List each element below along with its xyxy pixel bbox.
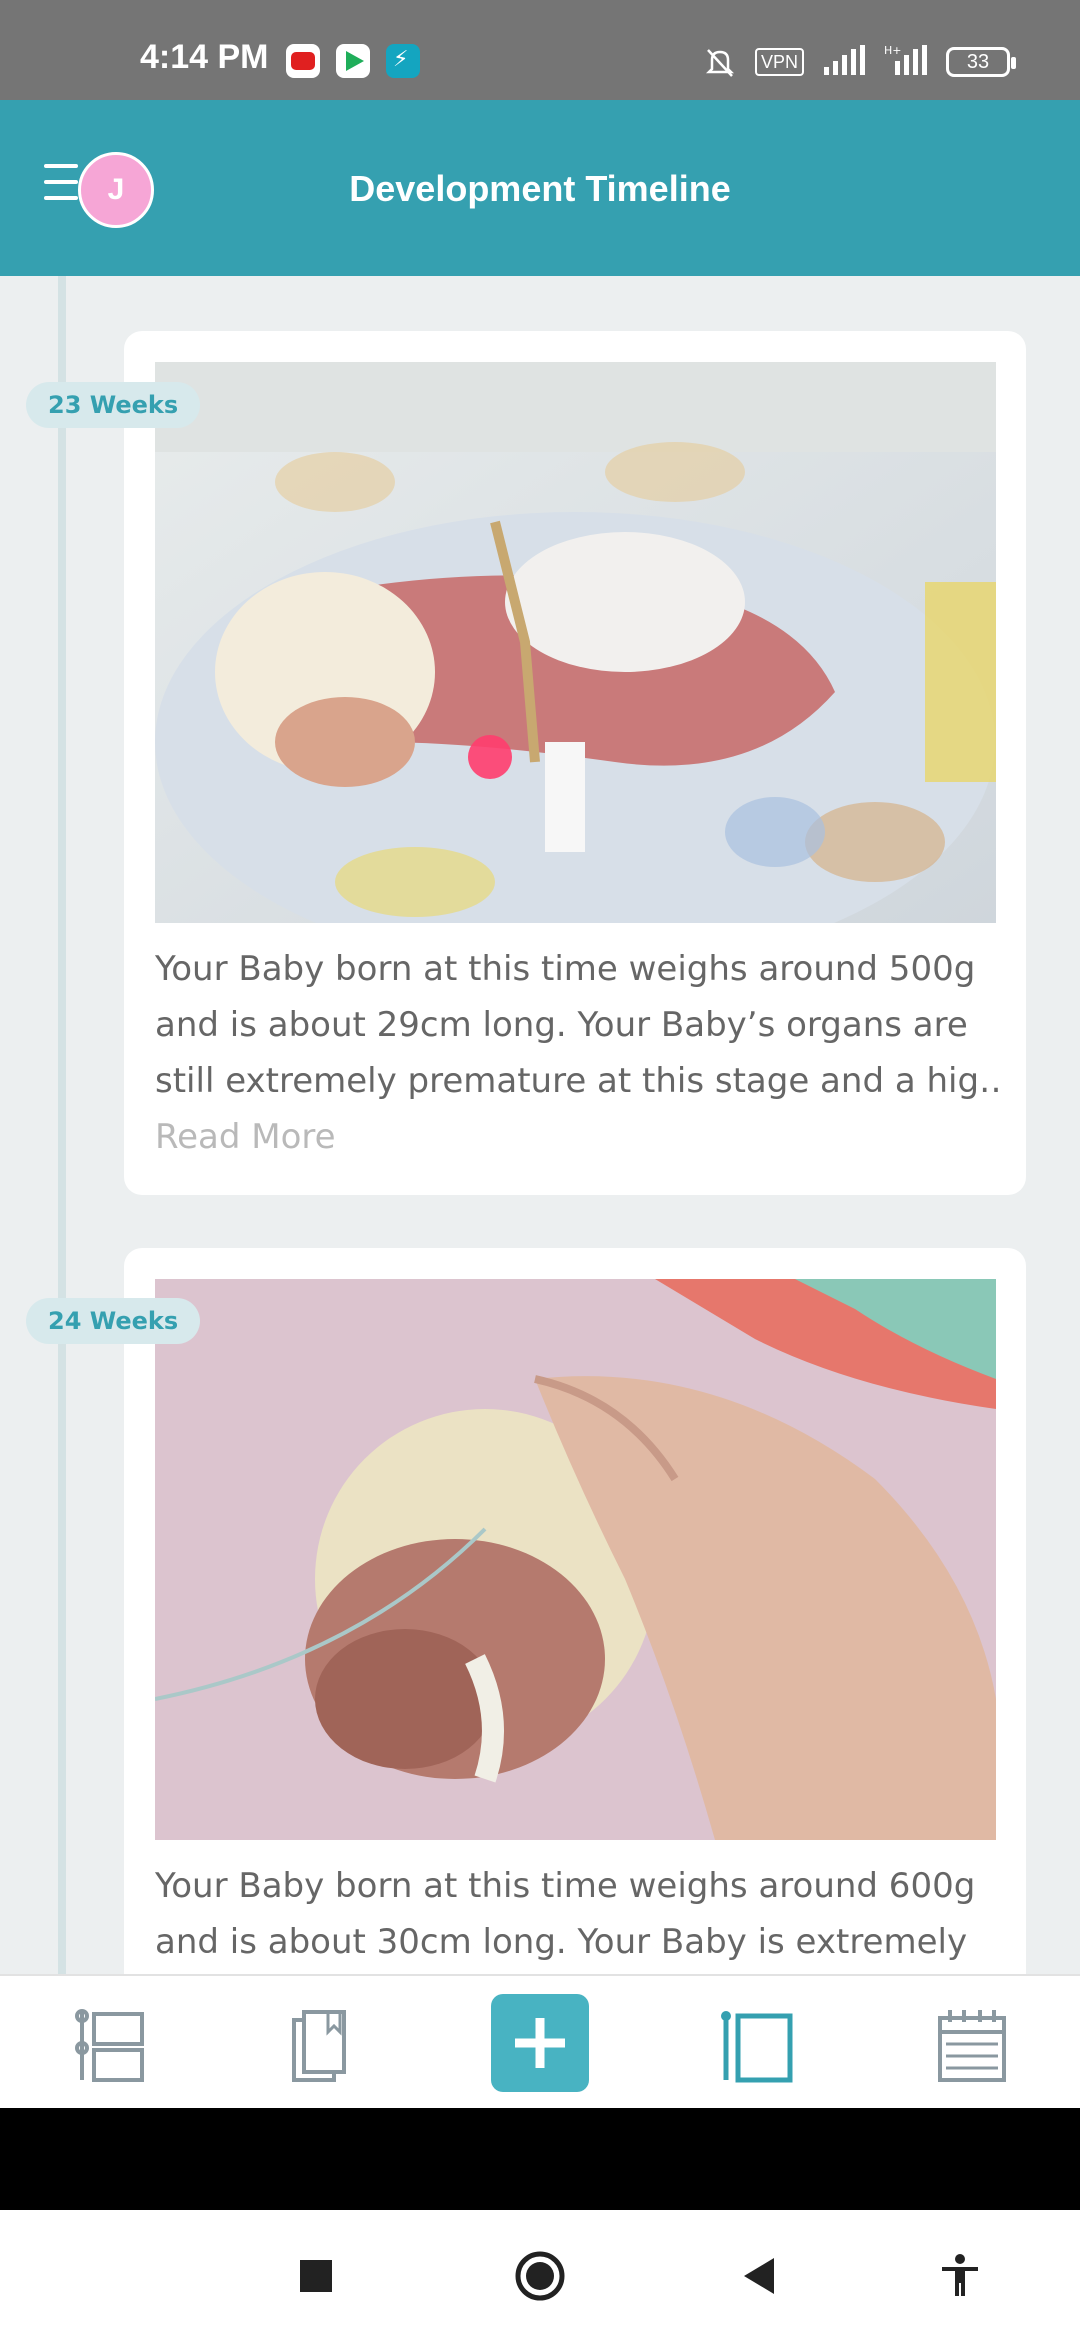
week-badge: 24 Weeks xyxy=(26,1298,201,1344)
description-line: Your Baby born at this time weighs aroun… xyxy=(155,1866,976,1906)
week-badge: 23 Weeks xyxy=(26,382,201,428)
system-nav xyxy=(0,2210,1080,2340)
vpn-badge: VPN xyxy=(754,48,804,76)
timeline-card[interactable]: Your Baby born at this time weighs aroun… xyxy=(124,331,1026,1195)
back-icon[interactable] xyxy=(734,2250,786,2302)
status-indicators: VPN H+ 33 xyxy=(703,43,1016,82)
calendar-icon[interactable] xyxy=(932,2006,1012,2086)
read-more-link[interactable]: Read More xyxy=(155,1109,1005,1165)
app-header: J Development Timeline xyxy=(0,100,1080,276)
add-icon[interactable] xyxy=(491,1994,589,2092)
signal-icon xyxy=(822,43,866,82)
timeline-icon[interactable] xyxy=(68,2006,148,2086)
svg-text:H+: H+ xyxy=(884,44,902,57)
baby-photo[interactable] xyxy=(155,1279,996,1840)
black-strip xyxy=(0,2108,1080,2210)
battery-icon: 33 xyxy=(946,47,1016,77)
timeline-line xyxy=(58,276,66,1974)
bottom-nav xyxy=(0,1974,1080,2108)
page-title: Development Timeline xyxy=(349,168,731,209)
timeline-feed[interactable]: Your Baby born at this time weighs aroun… xyxy=(0,276,1080,1974)
card-description: Your Baby born at this time weighs aroun… xyxy=(155,941,1005,1165)
description-line: Your Baby born at this time weighs aroun… xyxy=(155,949,976,989)
mute-icon xyxy=(703,45,737,79)
notes-icon[interactable] xyxy=(716,2006,796,2086)
baby-photo[interactable] xyxy=(155,362,996,923)
signal-icon: H+ xyxy=(884,43,928,82)
app-icon xyxy=(386,44,420,78)
youtube-icon xyxy=(286,44,320,78)
status-bar: 4:14 PM VPN H+ 33 xyxy=(0,0,1080,100)
status-time: 4:14 PM xyxy=(140,38,269,76)
journal-icon[interactable] xyxy=(284,2006,364,2086)
home-icon[interactable] xyxy=(514,2250,566,2302)
description-line: and is about 30cm long. Your Baby is ext… xyxy=(155,1922,968,1962)
recent-apps-icon[interactable] xyxy=(290,2250,342,2302)
timeline-card[interactable]: Your Baby born at this time weighs aroun… xyxy=(124,1248,1026,1974)
description-line: still extremely premature at this stage … xyxy=(155,1061,1005,1101)
card-description: Your Baby born at this time weighs aroun… xyxy=(155,1858,1005,1970)
accessibility-icon[interactable] xyxy=(934,2250,986,2302)
description-line: and is about 29cm long. Your Baby’s orga… xyxy=(155,1005,968,1045)
play-store-icon xyxy=(336,44,370,78)
